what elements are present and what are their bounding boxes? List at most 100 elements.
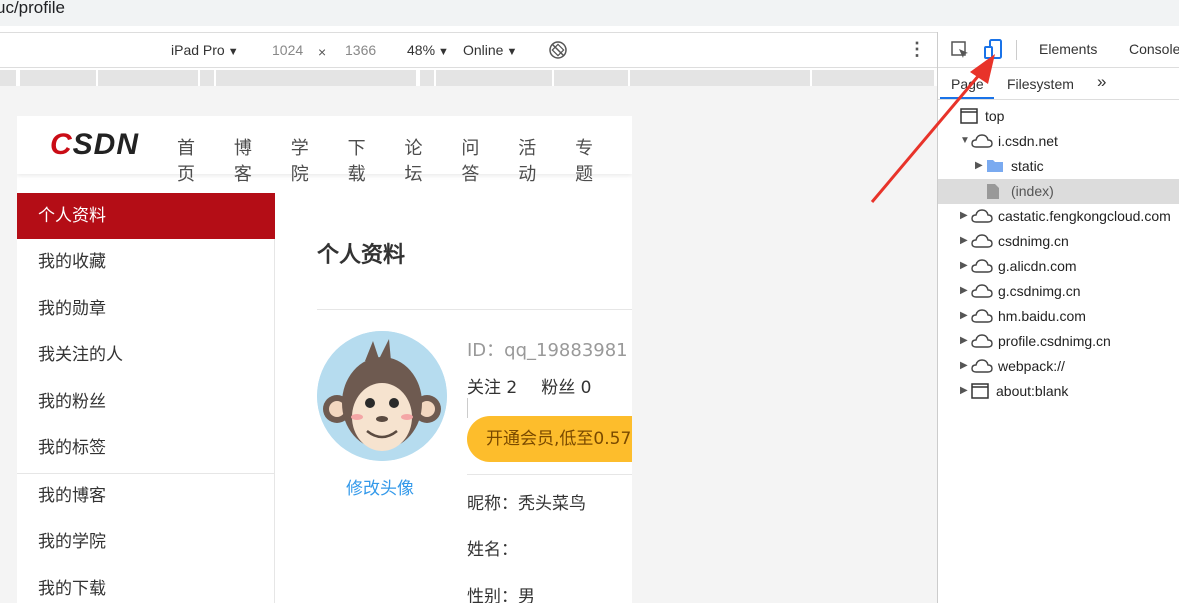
tree-item[interactable]: ▶ csdnimg.cn [938, 229, 1179, 254]
tree-item-label: about:blank [996, 383, 1069, 399]
nickname-field: 昵称：秃头菜鸟 [467, 494, 586, 514]
collapsed-triangle-icon[interactable]: ▶ [960, 360, 968, 371]
device-toolbar: iPad Pro ▼ 1024 × 1366 48% ▼ Online ▼ ⋮ [0, 32, 937, 68]
cloud-icon [971, 233, 993, 252]
sidebar-item-my-blog[interactable]: 我的博客 [17, 473, 275, 519]
nav-blog[interactable]: 博客 [234, 134, 270, 186]
ruler-segment[interactable] [0, 70, 16, 86]
tree-item[interactable]: ▶ hm.baidu.com [938, 304, 1179, 329]
width-input[interactable]: 1024 [272, 42, 303, 58]
ruler-segment[interactable] [630, 70, 810, 86]
sidebar-item-my-downloads[interactable]: 我的下载 [17, 566, 275, 603]
collapsed-triangle-icon[interactable]: ▶ [960, 210, 968, 221]
tree-item-label: i.csdn.net [998, 133, 1058, 149]
subtab-filesystem[interactable]: Filesystem [1007, 76, 1074, 92]
more-tabs-icon[interactable]: » [1097, 72, 1106, 92]
frame-icon [971, 383, 989, 402]
sidebar-item-fans[interactable]: 我的粉丝 [17, 379, 275, 425]
devtools-panel: Elements Console Page Filesystem » top ▼ i… [937, 32, 1179, 603]
collapsed-triangle-icon[interactable]: ▶ [960, 385, 968, 396]
tree-item-label: g.csdnimg.cn [998, 283, 1081, 299]
nav-qa[interactable]: 问答 [461, 134, 497, 186]
nav-home[interactable]: 首页 [177, 134, 213, 186]
collapsed-triangle-icon[interactable]: ▶ [960, 310, 968, 321]
vip-button[interactable]: 开通会员,低至0.57 [467, 416, 632, 462]
tree-item[interactable]: ▶ profile.csdnimg.cn [938, 329, 1179, 354]
address-bar[interactable]: uc/profile [0, 0, 1179, 26]
info-divider [467, 474, 632, 475]
user-id: ID：qq_19883981 [467, 340, 628, 361]
device-toggle-icon[interactable] [983, 38, 1005, 65]
tree-item[interactable]: ▶ g.alicdn.com [938, 254, 1179, 279]
avatar[interactable] [317, 331, 447, 461]
collapsed-triangle-icon[interactable]: ▶ [960, 285, 968, 296]
emulated-page: CSDN 首页 博客 学院 下载 论坛 问答 活动 专题 个人资料 我的收藏 我… [17, 116, 632, 603]
logo-letter: C [50, 128, 73, 161]
sidebar-item-tags[interactable]: 我的标签 [17, 425, 275, 471]
monkey-avatar-icon [317, 331, 447, 461]
nav-forum[interactable]: 论坛 [405, 134, 441, 186]
tab-elements[interactable]: Elements [1039, 41, 1097, 57]
collapsed-triangle-icon[interactable]: ▶ [960, 260, 968, 271]
sidebar-item-my-academy[interactable]: 我的学院 [17, 519, 275, 565]
network-value: Online [463, 42, 504, 58]
tree-item-label: hm.baidu.com [998, 308, 1086, 324]
device-select[interactable]: iPad Pro ▼ [171, 42, 239, 58]
nav-download[interactable]: 下载 [348, 134, 384, 186]
tree-item[interactable]: ▶ static [938, 154, 1179, 179]
cloud-icon [971, 308, 993, 327]
url-text[interactable]: uc/profile [0, 0, 65, 18]
subtab-page[interactable]: Page [951, 76, 984, 92]
change-avatar-link[interactable]: 修改头像 [346, 474, 414, 499]
collapsed-triangle-icon[interactable]: ▶ [960, 235, 968, 246]
expanded-triangle-icon[interactable]: ▼ [960, 135, 970, 146]
cloud-icon [971, 283, 993, 302]
tree-item[interactable]: top [938, 104, 1179, 129]
tree-item-label: (index) [1011, 183, 1054, 199]
sidebar-item-medals[interactable]: 我的勋章 [17, 286, 275, 332]
chevron-down-icon: ▼ [438, 46, 449, 58]
followers-count[interactable]: 粉丝 0 [541, 378, 591, 398]
sidebar-item-favorites[interactable]: 我的收藏 [17, 239, 275, 285]
nav-events[interactable]: 活动 [518, 134, 554, 186]
cloud-icon [971, 133, 993, 152]
tree-item[interactable]: ▶ castatic.fengkongcloud.com [938, 204, 1179, 229]
tree-item[interactable]: ▶ about:blank [938, 379, 1179, 404]
tree-item-label: top [985, 108, 1005, 124]
tree-item[interactable]: ▶ g.csdnimg.cn [938, 279, 1179, 304]
ruler-segment[interactable] [98, 70, 198, 86]
file-icon [986, 183, 1000, 203]
ruler-segment[interactable] [436, 70, 552, 86]
tab-console[interactable]: Console [1129, 41, 1179, 57]
zoom-select[interactable]: 48% ▼ [407, 42, 449, 58]
more-options-icon[interactable]: ⋮ [908, 39, 926, 60]
nav-topics[interactable]: 专题 [575, 134, 611, 186]
network-throttle-select[interactable]: Online ▼ [463, 42, 517, 58]
page-title: 个人资料 [317, 243, 406, 268]
nav-academy[interactable]: 学院 [291, 134, 327, 186]
gender-field: 性别：男 [467, 587, 535, 603]
ruler-segment[interactable] [554, 70, 628, 86]
tree-item[interactable]: (index) [938, 179, 1179, 204]
rotate-icon[interactable] [548, 40, 568, 63]
csdn-logo[interactable]: CSDN [50, 128, 139, 162]
ruler-segment[interactable] [812, 70, 934, 86]
sidebar-item-profile[interactable]: 个人资料 [17, 193, 275, 239]
cloud-icon [971, 208, 993, 227]
tree-item[interactable]: ▼ i.csdn.net [938, 129, 1179, 154]
ruler-segment[interactable] [420, 70, 434, 86]
sidebar-item-following[interactable]: 我关注的人 [17, 332, 275, 378]
following-count[interactable]: 关注 2 [467, 378, 517, 398]
cloud-icon [971, 358, 993, 377]
tree-item[interactable]: ▶ webpack:// [938, 354, 1179, 379]
ruler-segment[interactable] [200, 70, 214, 86]
inspect-element-icon[interactable] [950, 40, 970, 65]
collapsed-triangle-icon[interactable]: ▶ [975, 160, 983, 171]
tree-item-label: g.alicdn.com [998, 258, 1077, 274]
ruler-segment[interactable] [216, 70, 416, 86]
title-divider [317, 309, 632, 310]
logo-text: SDN [72, 128, 140, 161]
ruler-segment[interactable] [20, 70, 96, 86]
height-input[interactable]: 1366 [345, 42, 376, 58]
collapsed-triangle-icon[interactable]: ▶ [960, 335, 968, 346]
